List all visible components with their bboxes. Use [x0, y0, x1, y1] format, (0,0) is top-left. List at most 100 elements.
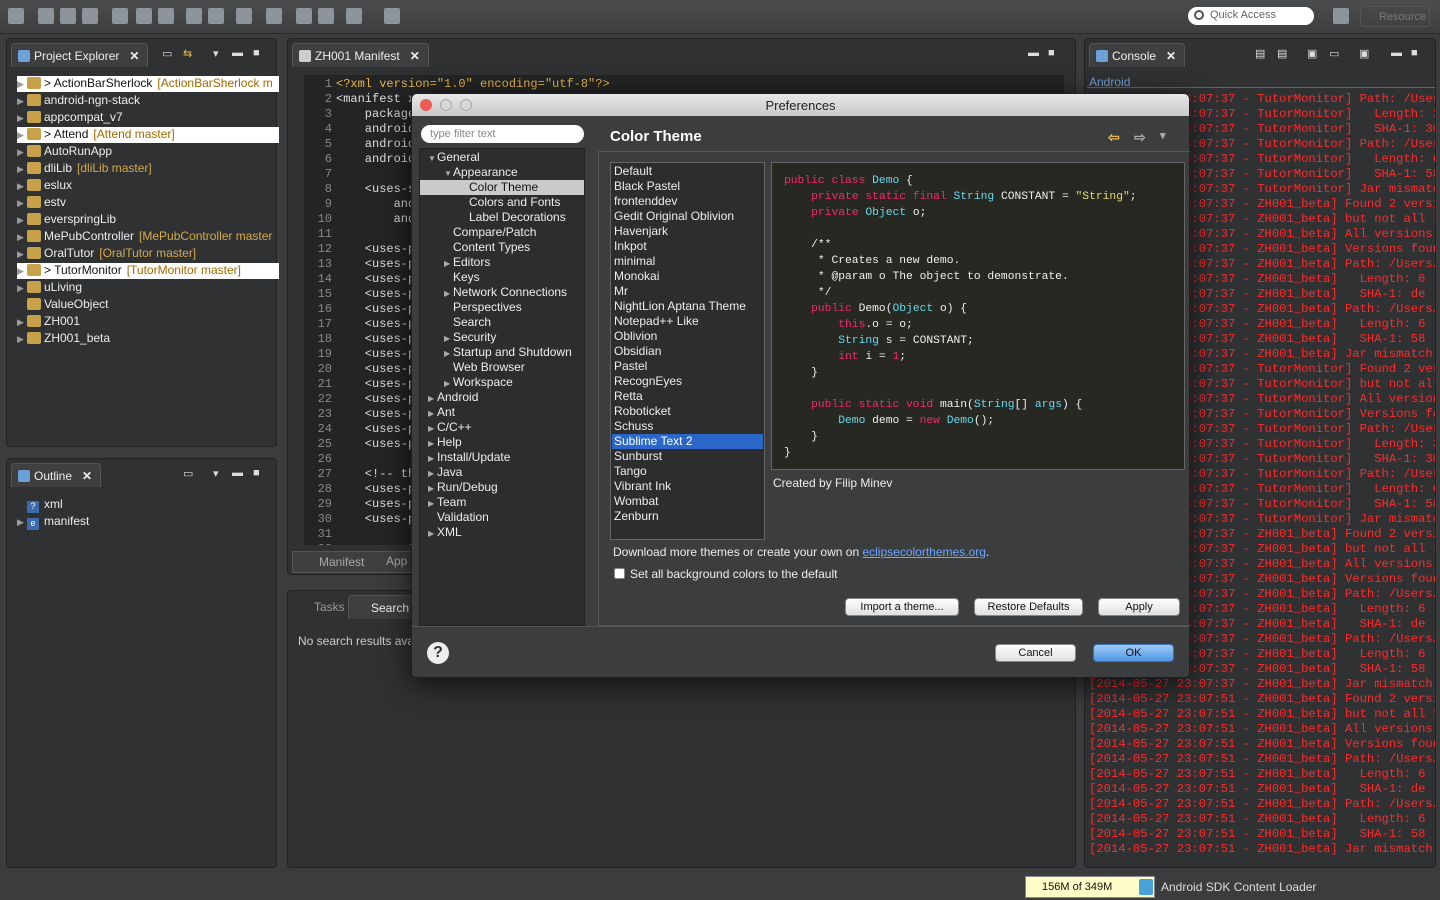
tree-item[interactable]: ValueObject — [17, 297, 113, 313]
forward-arrow-icon[interactable] — [346, 8, 362, 24]
expand-arrow-icon[interactable]: ▶ — [17, 283, 27, 294]
tree-item[interactable]: ▶ > TutorMonitor [TutorMonitor master] — [17, 263, 279, 279]
nav-item[interactable]: ▶ Install/Update — [420, 450, 510, 465]
maximize-icon[interactable]: ■ — [1048, 47, 1060, 59]
back-arrow-icon[interactable] — [318, 8, 334, 24]
view-menu-icon[interactable]: ▾ — [1160, 129, 1166, 142]
nav-item[interactable]: ▶ Run/Debug — [420, 480, 498, 495]
theme-list-item[interactable]: Sublime Text 2 — [612, 434, 763, 449]
theme-list-item[interactable]: Roboticket — [612, 404, 763, 419]
nav-item[interactable]: ▶ C/C++ — [420, 420, 472, 435]
filter-input[interactable]: type filter text — [421, 125, 584, 143]
tree-item[interactable]: ▶ MePubController [MePubController master — [17, 229, 272, 245]
nav-item[interactable]: Color Theme — [420, 180, 584, 195]
tree-item[interactable]: ▶ android-ngn-stack — [17, 93, 145, 109]
theme-list-item[interactable]: NightLion Aptana Theme — [612, 299, 763, 314]
nav-item[interactable]: Label Decorations — [420, 210, 566, 225]
minimize-icon[interactable]: ▬ — [1028, 47, 1040, 59]
import-theme-button[interactable]: Import a theme... — [845, 598, 959, 616]
minimize-icon[interactable]: ▬ — [232, 47, 244, 59]
expand-arrow-icon[interactable]: ▶ — [444, 376, 453, 391]
theme-list-item[interactable]: Vibrant Ink — [612, 479, 763, 494]
expand-arrow-icon[interactable]: ▶ — [428, 496, 437, 511]
nav-item[interactable]: Compare/Patch — [420, 225, 536, 240]
theme-list[interactable]: Default Black Pastel frontenddev Gedit Orig… — [610, 162, 765, 540]
theme-list-item[interactable]: Oblivion — [612, 329, 763, 344]
theme-list-item[interactable]: Obsidian — [612, 344, 763, 359]
expand-arrow-icon[interactable]: ▼ — [444, 166, 453, 181]
nav-item[interactable]: ▶ Network Connections — [420, 285, 567, 300]
close-icon[interactable]: ✕ — [82, 469, 92, 483]
expand-arrow-icon[interactable]: ▶ — [17, 164, 27, 175]
prev-annotation-icon[interactable] — [266, 8, 282, 24]
expand-arrow-icon[interactable]: ▶ — [17, 96, 27, 107]
outline-item[interactable]: ? xml — [17, 497, 63, 513]
close-icon[interactable]: ✕ — [1166, 49, 1176, 63]
nav-item[interactable]: ▶ Editors — [420, 255, 490, 270]
theme-list-item[interactable]: Pastel — [612, 359, 763, 374]
tree-item[interactable]: ▶ everspringLib — [17, 212, 121, 228]
nav-item[interactable]: ▶ Team — [420, 495, 466, 510]
theme-list-item[interactable]: RecognEyes — [612, 374, 763, 389]
build-icon[interactable] — [186, 8, 202, 24]
theme-list-item[interactable]: Zenburn — [612, 509, 763, 524]
apply-button[interactable]: Apply — [1098, 598, 1180, 616]
nav-item[interactable]: ▶ Android — [420, 390, 478, 405]
theme-list-item[interactable]: Mr — [612, 284, 763, 299]
expand-arrow-icon[interactable]: ▶ — [428, 451, 437, 466]
view-menu-icon[interactable]: ▾ — [213, 47, 225, 60]
help-icon[interactable]: ? — [427, 642, 449, 664]
nav-item[interactable]: ▼General — [420, 150, 480, 165]
cancel-button[interactable]: Cancel — [995, 644, 1076, 662]
expand-arrow-icon[interactable]: ▶ — [428, 391, 437, 406]
expand-arrow-icon[interactable]: ▶ — [17, 232, 27, 243]
tab-outline[interactable]: Outline ✕ — [11, 463, 102, 487]
expand-arrow-icon[interactable]: ▶ — [17, 113, 27, 124]
expand-arrow-icon[interactable]: ▶ — [428, 481, 437, 496]
restore-defaults-button[interactable]: Restore Defaults — [974, 598, 1083, 616]
theme-list-item[interactable]: Wombat — [612, 494, 763, 509]
maximize-icon[interactable]: ■ — [253, 467, 265, 479]
expand-arrow-icon[interactable]: ▶ — [17, 249, 27, 260]
expand-arrow-icon[interactable]: ▶ — [428, 436, 437, 451]
tree-item[interactable]: ▶ uLiving — [17, 280, 87, 296]
expand-arrow-icon[interactable]: ▶ — [428, 466, 437, 481]
nav-item[interactable]: Content Types — [420, 240, 530, 255]
tab-search[interactable]: Search — [348, 595, 419, 619]
expand-arrow-icon[interactable]: ▼ — [428, 151, 437, 166]
expand-arrow-icon[interactable]: ▶ — [17, 517, 27, 528]
tab-project-explorer[interactable]: Project Explorer ✕ — [11, 43, 149, 67]
perspective-resource-button[interactable]: Resource — [1360, 6, 1430, 27]
theme-list-item[interactable]: Gedit Original Oblivion — [612, 209, 763, 224]
expand-arrow-icon[interactable]: ▶ — [17, 266, 27, 277]
default-background-checkbox[interactable] — [614, 568, 625, 579]
expand-arrow-icon[interactable]: ▶ — [444, 256, 453, 271]
close-window-icon[interactable] — [420, 99, 432, 111]
view-menu-icon[interactable]: ▾ — [213, 467, 225, 480]
expand-arrow-icon[interactable]: ▶ — [17, 198, 27, 209]
eclipsecolorthemes-link[interactable]: eclipsecolorthemes.org — [862, 545, 985, 559]
display-console-icon[interactable]: ▭ — [1329, 47, 1341, 60]
back-arrow-icon[interactable]: ⇦ — [1108, 129, 1120, 146]
theme-list-item[interactable]: Tango — [612, 464, 763, 479]
tab-console[interactable]: Console ✕ — [1089, 43, 1186, 67]
nav-item[interactable]: Web Browser — [420, 360, 525, 375]
nav-item[interactable]: ▶ Help — [420, 435, 462, 450]
outline-item[interactable]: ▶ e manifest — [17, 514, 89, 530]
save-icon[interactable] — [38, 8, 54, 24]
tab-zh001-manifest[interactable]: ZH001 Manifest ✕ — [292, 43, 429, 67]
tree-item[interactable]: ▶ AutoRunApp — [17, 144, 117, 160]
tree-item[interactable]: ▶ dliLib [dliLib master] — [17, 161, 152, 177]
theme-list-item[interactable]: Default — [612, 164, 763, 179]
nav-item[interactable]: ▶ Java — [420, 465, 462, 480]
tree-item[interactable]: ▶ ZH001 — [17, 314, 85, 330]
theme-list-item[interactable]: Notepad++ Like — [612, 314, 763, 329]
open-console-icon[interactable]: ▣ — [1359, 47, 1371, 60]
expand-arrow-icon[interactable]: ▶ — [444, 346, 453, 361]
expand-arrow-icon[interactable]: ▶ — [17, 181, 27, 192]
maximize-icon[interactable]: ■ — [1411, 47, 1423, 59]
pin-editor-icon[interactable] — [384, 8, 400, 24]
refresh-icon[interactable] — [208, 8, 224, 24]
sdk-manager-icon[interactable] — [112, 8, 128, 24]
minimize-icon[interactable]: ▬ — [1391, 47, 1403, 59]
